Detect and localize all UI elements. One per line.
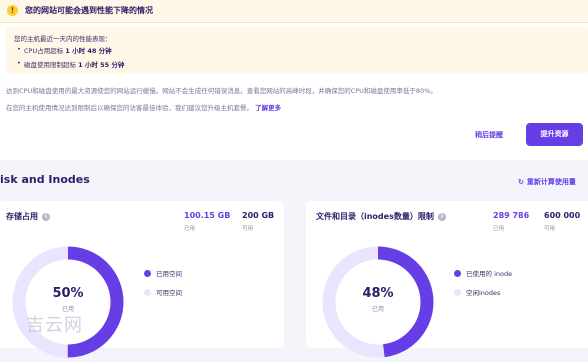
watermark: 吉云网 bbox=[26, 315, 83, 336]
inodes-used-value: 289 786 bbox=[493, 211, 530, 220]
legend-available-space: 可用空间 bbox=[144, 287, 182, 297]
storage-donut-chart bbox=[12, 246, 124, 358]
upgrade-resources-button[interactable]: 提升资源 bbox=[526, 123, 583, 146]
storage-available-label: 可用 bbox=[242, 226, 254, 232]
inodes-percent-label: 已用 bbox=[371, 306, 384, 313]
legend-available-swatch bbox=[144, 289, 151, 296]
inodes-donut-chart bbox=[322, 246, 434, 358]
alert-description: 达到CPU和磁盘使用的最大资源使您的网站运行缓慢。网站不会生成任何错误消息。查看… bbox=[6, 87, 437, 95]
bullet-icon: • bbox=[17, 59, 21, 67]
storage-title-text: 存储占用 bbox=[6, 212, 38, 221]
legend-used-text: 已使用的 inode bbox=[466, 270, 513, 278]
bullet-icon: • bbox=[17, 45, 21, 53]
legend-used-space: 已用空间 bbox=[144, 268, 182, 278]
performance-summary: 您的主机最近一天内的性能表现： • CPU占用超标 1 小时 48 分钟 • 磁… bbox=[6, 27, 588, 74]
storage-used-value: 100.15 GB bbox=[184, 211, 231, 220]
learn-more-link[interactable]: 了解更多 bbox=[255, 104, 281, 112]
performance-intro: 您的主机最近一天内的性能表现： bbox=[14, 35, 112, 43]
legend-free-swatch bbox=[454, 289, 461, 296]
remind-later-button[interactable]: 稍后提醒 bbox=[462, 127, 516, 143]
info-icon[interactable]: i bbox=[42, 213, 50, 221]
inodes-usage-card: 文件和目录（inodes数量）限制 i 289 786 已用 600 000 可用… bbox=[306, 201, 588, 358]
disk-overage-item: • 磁盘使用限制超标 1 小时 55 分钟 bbox=[17, 59, 125, 69]
legend-free-inodes: 空闲inodes bbox=[454, 287, 500, 297]
refresh-icon: ↻ bbox=[518, 178, 524, 186]
inodes-title-text: 文件和目录（inodes数量）限制 bbox=[316, 212, 434, 221]
legend-used-swatch bbox=[454, 270, 461, 277]
recalculate-label: 重新计算使用量 bbox=[526, 178, 576, 186]
inodes-available-label: 可用 bbox=[544, 226, 556, 232]
recommendation-text: 在您的主机使用情况达到限制后以确保您的访客最佳体验，我们建议您升级主机套餐。 bbox=[6, 104, 253, 112]
legend-available-text: 可用空间 bbox=[156, 289, 182, 297]
alert-header: ! 您的网站可能会遇到性能下降的情况 bbox=[0, 0, 588, 23]
storage-available-value: 200 GB bbox=[242, 211, 275, 220]
legend-used-swatch bbox=[144, 270, 151, 277]
inodes-title: 文件和目录（inodes数量）限制 i bbox=[316, 211, 446, 222]
cpu-overage-item: • CPU占用超标 1 小时 48 分钟 bbox=[17, 45, 112, 55]
info-icon[interactable]: i bbox=[437, 213, 446, 221]
section-title: isk and Inodes bbox=[0, 173, 90, 186]
storage-percent: 50% bbox=[52, 286, 84, 301]
alert-title: 您的网站可能会遇到性能下降的情况 bbox=[25, 6, 153, 15]
inodes-used-label: 已用 bbox=[493, 226, 505, 232]
legend-free-text: 空闲inodes bbox=[466, 289, 501, 297]
inodes-available-value: 600 000 bbox=[544, 211, 581, 220]
alert-recommendation: 在您的主机使用情况达到限制后以确保您的访客最佳体验，我们建议您升级主机套餐。 了… bbox=[6, 102, 281, 112]
cpu-overage-value: 1 小时 48 分钟 bbox=[65, 47, 112, 55]
storage-title: 存储占用 i bbox=[6, 211, 50, 222]
legend-used-text: 已用空间 bbox=[156, 270, 182, 278]
performance-alert: ! 您的网站可能会遇到性能下降的情况 您的主机最近一天内的性能表现： • CPU… bbox=[0, 0, 588, 160]
cpu-overage-label: CPU占用超标 bbox=[24, 47, 64, 55]
inodes-percent: 48% bbox=[362, 286, 394, 301]
disk-overage-value: 1 小时 55 分钟 bbox=[78, 61, 125, 69]
warning-icon: ! bbox=[7, 5, 18, 16]
disk-overage-label: 磁盘使用限制超标 bbox=[24, 61, 76, 69]
storage-used-label: 已用 bbox=[184, 226, 196, 232]
recalculate-usage-button[interactable]: ↻ 重新计算使用量 bbox=[518, 177, 576, 187]
legend-used-inodes: 已使用的 inode bbox=[454, 268, 512, 278]
